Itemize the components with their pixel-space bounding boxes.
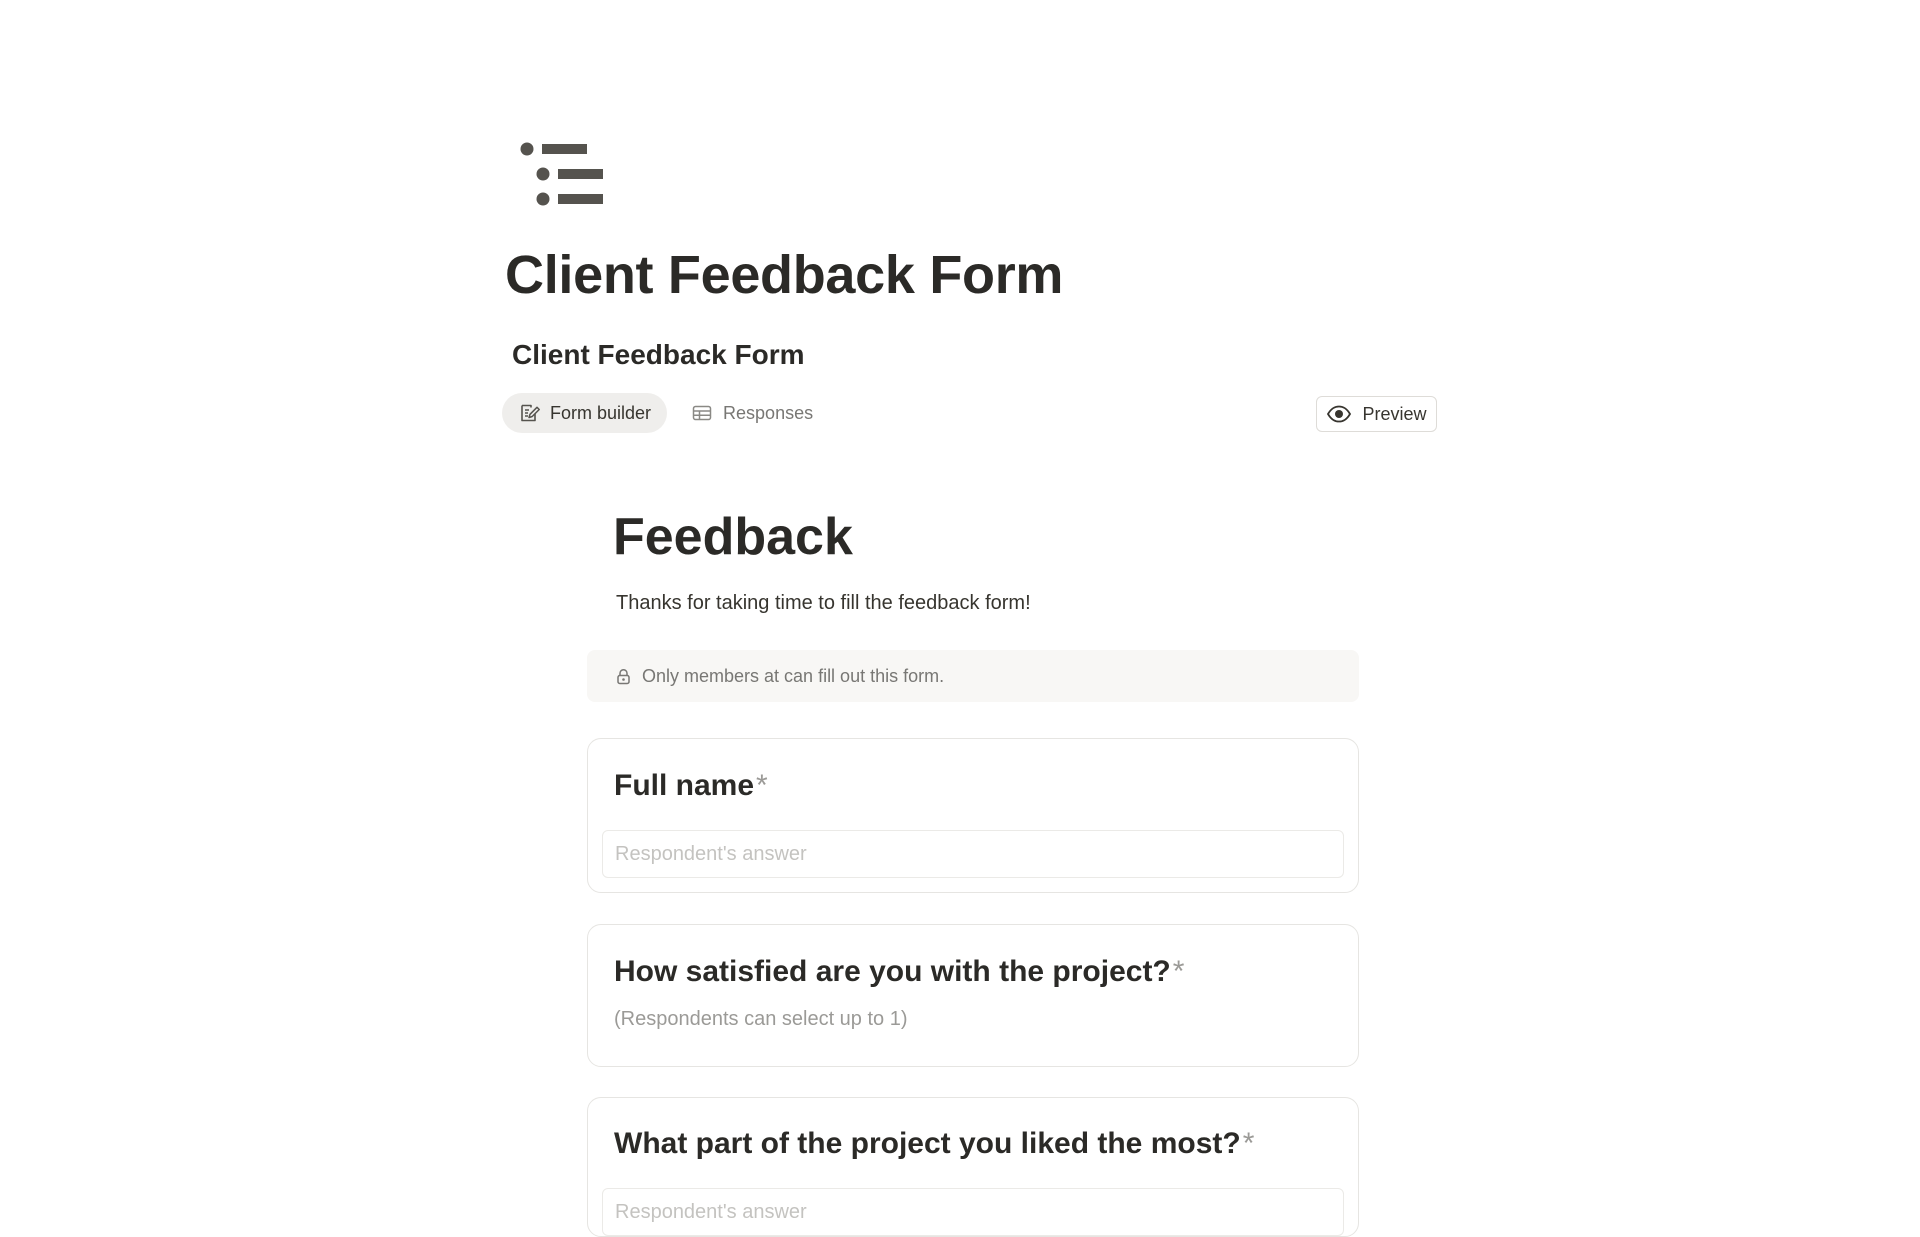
- table-icon: [692, 405, 712, 421]
- question-card[interactable]: What part of the project you liked the m…: [587, 1097, 1359, 1237]
- answer-field[interactable]: Respondent's answer: [602, 830, 1344, 878]
- answer-field[interactable]: Respondent's answer: [602, 1188, 1344, 1236]
- bulleted-list-icon[interactable]: [510, 135, 610, 215]
- database-title[interactable]: Client Feedback Form: [512, 337, 805, 373]
- form-description[interactable]: Thanks for taking time to fill the feedb…: [616, 590, 1031, 616]
- lock-icon: [617, 668, 630, 684]
- form-title[interactable]: Feedback: [613, 504, 853, 570]
- access-notice: Only members at can fill out this form.: [587, 650, 1359, 702]
- required-asterisk: *: [1172, 955, 1185, 988]
- view-tabs: Form builder Responses: [502, 393, 829, 433]
- question-label[interactable]: What part of the project you liked the m…: [614, 1125, 1254, 1163]
- tab-responses[interactable]: Responses: [675, 393, 829, 433]
- required-asterisk: *: [756, 769, 768, 802]
- notice-text: Only members at can fill out this form.: [642, 665, 945, 686]
- page-title[interactable]: Client Feedback Form: [505, 240, 1063, 310]
- preview-button[interactable]: Preview: [1316, 396, 1437, 432]
- question-card[interactable]: How satisfied are you with the project?*…: [587, 924, 1359, 1067]
- eye-icon: [1327, 405, 1352, 423]
- tab-label: Form builder: [550, 402, 652, 423]
- tab-label: Responses: [723, 402, 814, 423]
- required-asterisk: *: [1242, 1127, 1255, 1160]
- selection-hint: (Respondents can select up to 1): [614, 1008, 908, 1030]
- question-label[interactable]: How satisfied are you with the project?*: [614, 953, 1184, 991]
- question-label[interactable]: Full name*: [614, 767, 768, 805]
- question-card[interactable]: Full name* Respondent's answer: [587, 738, 1359, 893]
- tab-form-builder[interactable]: Form builder: [502, 393, 668, 433]
- preview-label: Preview: [1362, 403, 1427, 424]
- edit-icon: [521, 404, 540, 422]
